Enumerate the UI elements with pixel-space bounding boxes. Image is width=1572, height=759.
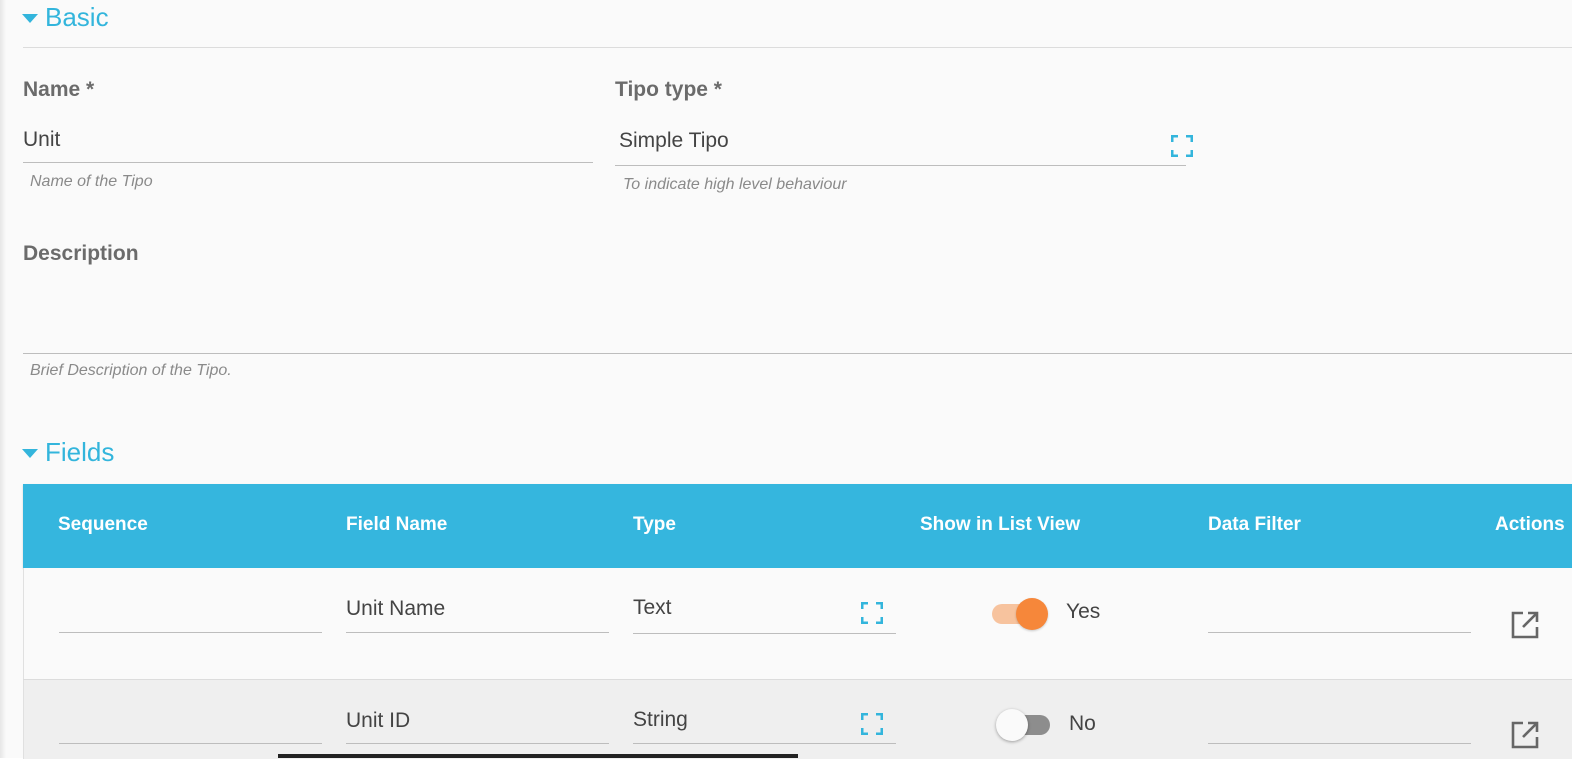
column-header-sequence: Sequence [58,514,148,535]
expand-brackets-icon[interactable] [861,602,883,624]
name-input-underline [23,162,593,163]
open-in-new-icon[interactable] [1510,610,1540,640]
description-input[interactable] [23,290,1563,350]
name-hint: Name of the Tipo [30,173,153,190]
field-name-underline [346,632,609,633]
fields-table-header: Sequence Field Name Type Show in List Vi… [23,484,1572,568]
column-header-field-name: Field Name [346,514,448,535]
field-name-input[interactable]: Unit ID [346,709,410,733]
name-label: Name * [23,78,95,101]
field-name-underline [346,743,609,744]
show-in-list-toggle[interactable] [992,597,1052,631]
show-in-list-toggle[interactable] [996,708,1056,742]
basic-section-toggle[interactable]: Basic [22,2,109,33]
type-input[interactable]: String [633,708,688,732]
left-edge-shadow [0,0,6,758]
open-in-new-icon[interactable] [1510,720,1540,750]
data-filter-underline [1208,743,1471,744]
sequence-underline [59,743,322,744]
tipo-type-input[interactable]: Simple Tipo [619,129,729,153]
description-hint: Brief Description of the Tipo. [30,362,232,379]
column-header-actions: Actions [1495,514,1565,535]
fields-section-toggle[interactable]: Fields [22,437,114,468]
row-border [23,680,24,759]
caret-down-icon [22,449,38,458]
expand-brackets-icon[interactable] [1171,135,1193,157]
tipo-type-underline [615,165,1186,166]
basic-section-title: Basic [45,2,109,32]
data-filter-input[interactable] [1208,708,1468,734]
sequence-input[interactable] [59,597,319,623]
column-header-type: Type [633,514,676,535]
sequence-input[interactable] [59,708,319,734]
row-border [23,568,24,679]
field-name-input[interactable]: Unit Name [346,597,445,621]
toggle-knob [996,709,1028,741]
table-row: Unit ID String No [23,679,1572,759]
description-underline [23,353,1572,354]
bottom-edge-bar [278,754,798,758]
sequence-underline [59,632,322,633]
data-filter-input[interactable] [1208,597,1468,623]
tipo-type-label: Tipo type * [615,78,722,101]
type-input[interactable]: Text [633,596,672,620]
type-underline [633,633,896,634]
toggle-label: Yes [1066,600,1101,623]
table-row: Unit Name Text Yes [23,568,1572,679]
data-filter-underline [1208,632,1471,633]
toggle-label: No [1069,712,1096,735]
tipo-editor-page: Basic Name * Unit Name of the Tipo Tipo … [0,0,1572,759]
name-input[interactable]: Unit [23,128,60,152]
expand-brackets-icon[interactable] [861,713,883,735]
tipo-type-hint: To indicate high level behaviour [623,176,847,193]
description-label: Description [23,242,139,265]
section-divider [23,47,1572,48]
toggle-knob [1016,598,1048,630]
type-underline [633,743,896,744]
column-header-show-in-list-view: Show in List View [920,514,1081,535]
fields-section-title: Fields [45,437,115,467]
caret-down-icon [22,14,38,23]
column-header-data-filter: Data Filter [1208,514,1301,535]
